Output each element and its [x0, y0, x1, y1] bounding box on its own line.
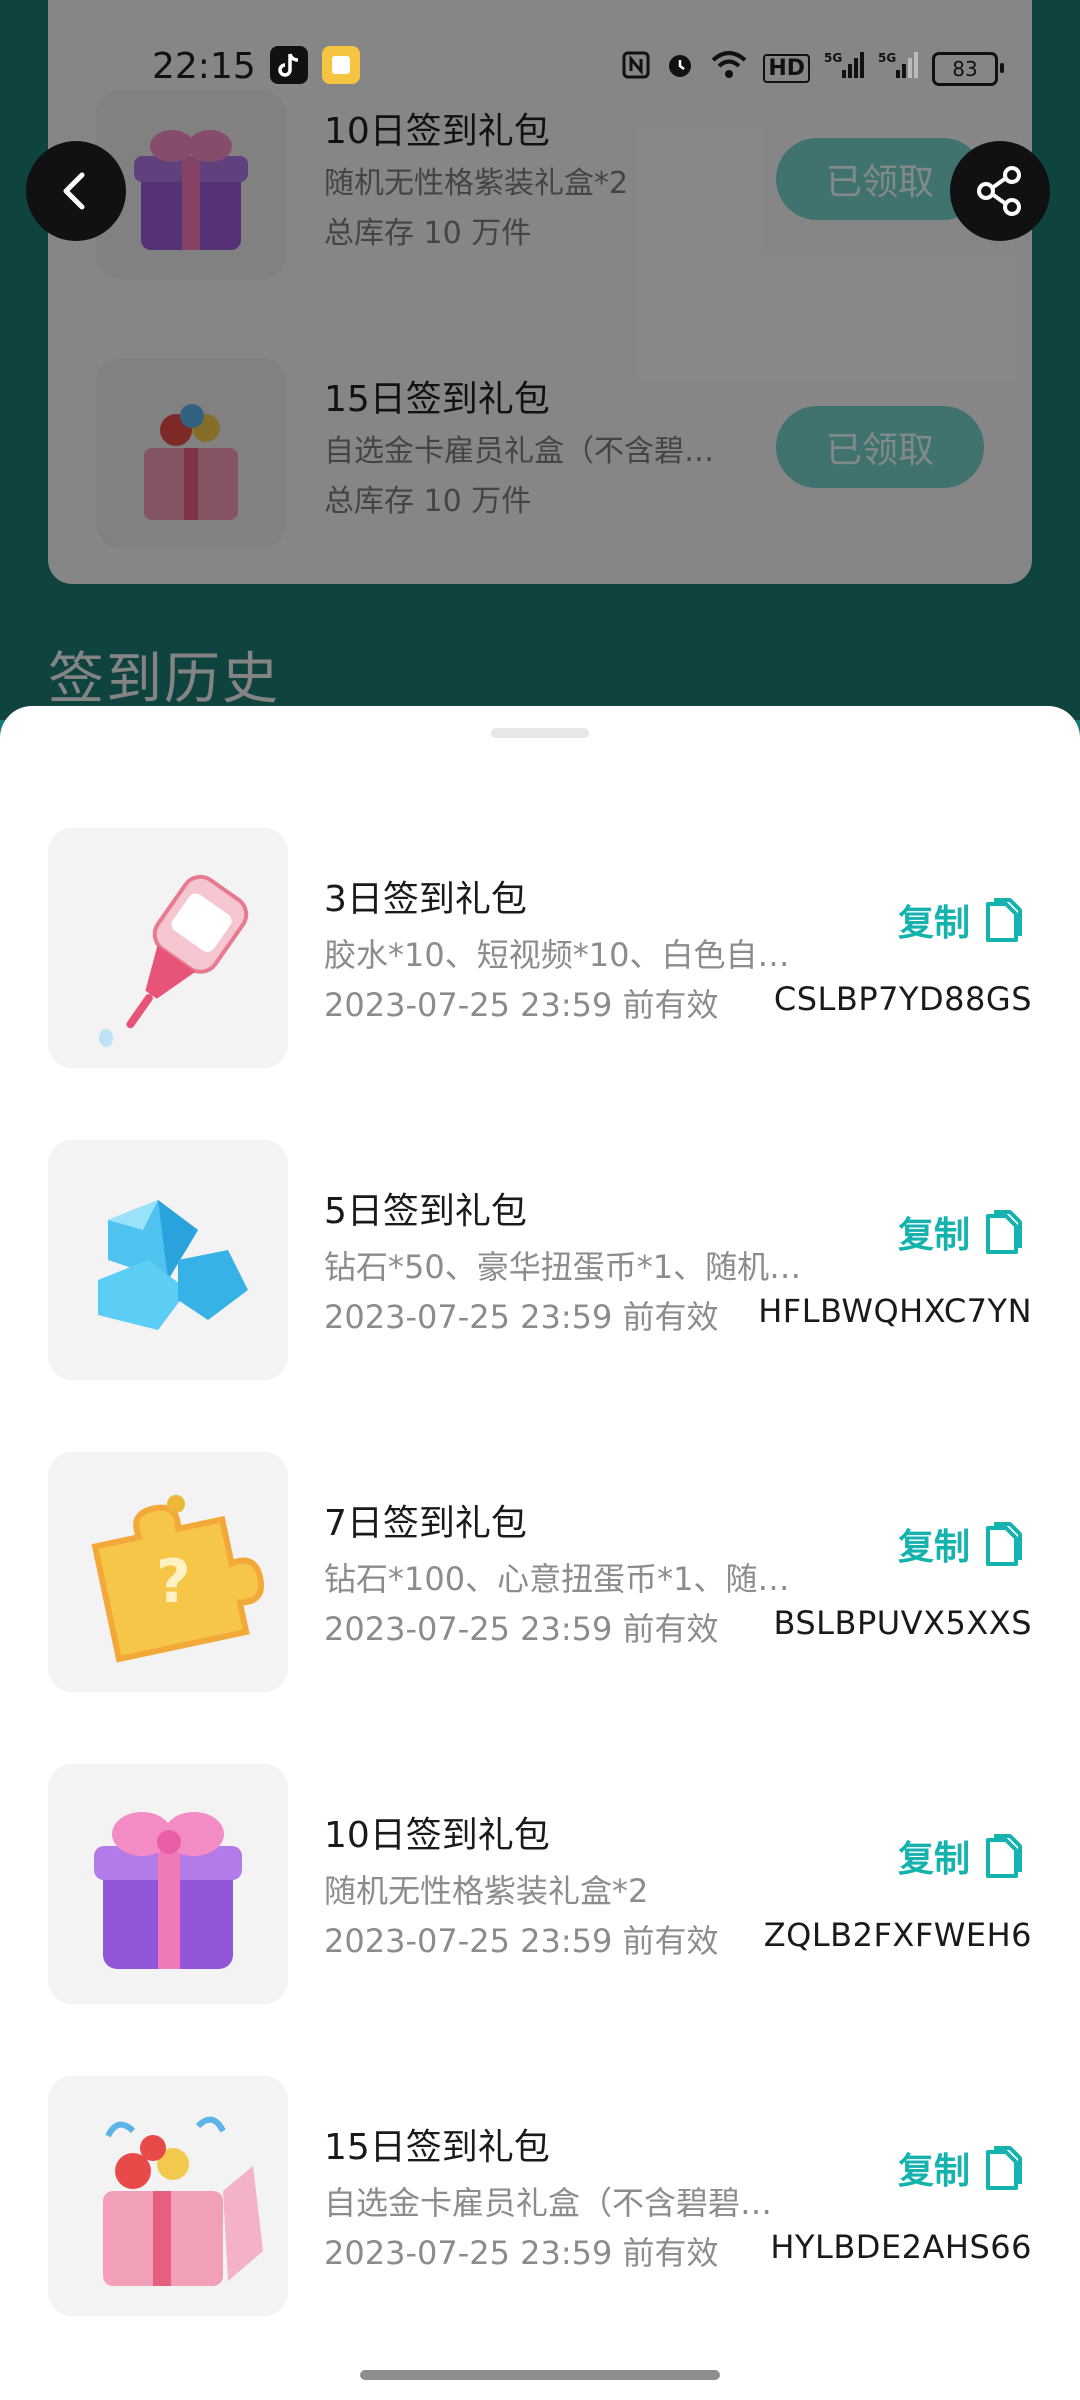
- puzzle-piece-image: ?: [48, 1452, 288, 1692]
- copy-label: 复制: [897, 2151, 970, 2192]
- gift-desc: 钻石*50、豪华扭蛋币*1、随机…: [324, 1248, 802, 1286]
- copy-icon: [986, 1834, 1022, 1878]
- nfc-icon: [621, 50, 651, 87]
- gift-desc: 随机无性格紫装礼盒*2: [324, 1872, 649, 1910]
- signal-icon: 5G: [878, 50, 918, 87]
- gift-expiry: 2023-07-25 23:59 前有效: [324, 986, 719, 1024]
- copy-label: 复制: [897, 1215, 970, 1256]
- copy-button[interactable]: 复制: [898, 1518, 1024, 1570]
- copy-label: 复制: [897, 1839, 970, 1880]
- home-indicator[interactable]: [360, 2370, 720, 2380]
- gift-code-item: 10日签到礼包 随机无性格紫装礼盒*2 2023-07-25 23:59 前有效…: [0, 1764, 1080, 2004]
- glue-bottle-image: [48, 828, 288, 1068]
- background-page: 10日签到礼包 随机无性格紫装礼盒*2 总库存 10 万件 已领取 15日签到礼…: [0, 0, 1080, 720]
- gift-code: BSLBPUVX5XXS: [773, 1604, 1032, 1642]
- purple-gift-box-image: [48, 1764, 288, 2004]
- battery-indicator: 83: [932, 51, 1004, 86]
- dim-overlay[interactable]: [0, 0, 1080, 720]
- gift-code: ZQLB2FXFWEH6: [763, 1916, 1032, 1954]
- gift-code: HFLBWQHXC7YN: [758, 1292, 1032, 1330]
- gift-expiry: 2023-07-25 23:59 前有效: [324, 1610, 719, 1648]
- tiktok-icon: [270, 46, 308, 84]
- pink-gift-box-image: [48, 2076, 288, 2316]
- share-icon: [977, 166, 1021, 216]
- copy-button[interactable]: 复制: [898, 2142, 1024, 2194]
- signal-1-label: 5G: [824, 51, 842, 65]
- gift-code-item: 5日签到礼包 钻石*50、豪华扭蛋币*1、随机… 2023-07-25 23:5…: [0, 1140, 1080, 1380]
- back-button[interactable]: [26, 141, 126, 241]
- copy-button[interactable]: 复制: [898, 894, 1024, 946]
- signal-icon: 5G: [824, 50, 864, 87]
- copy-button[interactable]: 复制: [898, 1830, 1024, 1882]
- gift-title: 3日签到礼包: [324, 879, 527, 920]
- gift-desc: 钻石*100、心意扭蛋币*1、随…: [324, 1560, 790, 1598]
- history-bottom-sheet: 3日签到礼包 胶水*10、短视频*10、白色自… 2023-07-25 23:5…: [0, 706, 1080, 2400]
- hd-badge: HD: [763, 54, 810, 83]
- alarm-icon: [665, 50, 695, 87]
- gift-expiry: 2023-07-25 23:59 前有效: [324, 1298, 719, 1336]
- status-icons: HD 5G 5G 83: [621, 50, 1004, 87]
- gift-code-item: 15日签到礼包 自选金卡雇员礼盒（不含碧碧… 2023-07-25 23:59 …: [0, 2076, 1080, 2316]
- copy-icon: [986, 1522, 1022, 1566]
- status-bar: 22:15 HD 5G 5G 83: [0, 40, 1080, 100]
- share-button[interactable]: [950, 141, 1050, 241]
- copy-label: 复制: [897, 903, 970, 944]
- gift-code-item: 3日签到礼包 胶水*10、短视频*10、白色自… 2023-07-25 23:5…: [0, 828, 1080, 1068]
- copy-icon: [986, 898, 1022, 942]
- wifi-icon: [709, 50, 749, 87]
- gift-title: 10日签到礼包: [324, 1815, 550, 1856]
- notes-app-icon: [322, 46, 360, 84]
- gift-code: HYLBDE2AHS66: [770, 2228, 1032, 2266]
- copy-button[interactable]: 复制: [898, 1206, 1024, 1258]
- gift-title: 15日签到礼包: [324, 2127, 550, 2168]
- copy-icon: [986, 2146, 1022, 2190]
- copy-icon: [986, 1210, 1022, 1254]
- sheet-drag-handle[interactable]: [491, 728, 589, 738]
- chevron-left-icon: [63, 172, 85, 210]
- copy-label: 复制: [897, 1527, 970, 1568]
- gift-code-item: ? 7日签到礼包 钻石*100、心意扭蛋币*1、随… 2023-07-25 23…: [0, 1452, 1080, 1692]
- svg-text:?: ?: [156, 1547, 191, 1617]
- gift-code: CSLBP7YD88GS: [773, 980, 1032, 1018]
- gift-expiry: 2023-07-25 23:59 前有效: [324, 2234, 719, 2272]
- gift-desc: 胶水*10、短视频*10、白色自…: [324, 936, 790, 974]
- signal-2-label: 5G: [878, 51, 896, 65]
- gift-title: 5日签到礼包: [324, 1191, 527, 1232]
- gift-desc: 自选金卡雇员礼盒（不含碧碧…: [324, 2184, 773, 2222]
- status-time: 22:15: [152, 46, 256, 87]
- gift-title: 7日签到礼包: [324, 1503, 527, 1544]
- gift-expiry: 2023-07-25 23:59 前有效: [324, 1922, 719, 1960]
- diamonds-image: [48, 1140, 288, 1380]
